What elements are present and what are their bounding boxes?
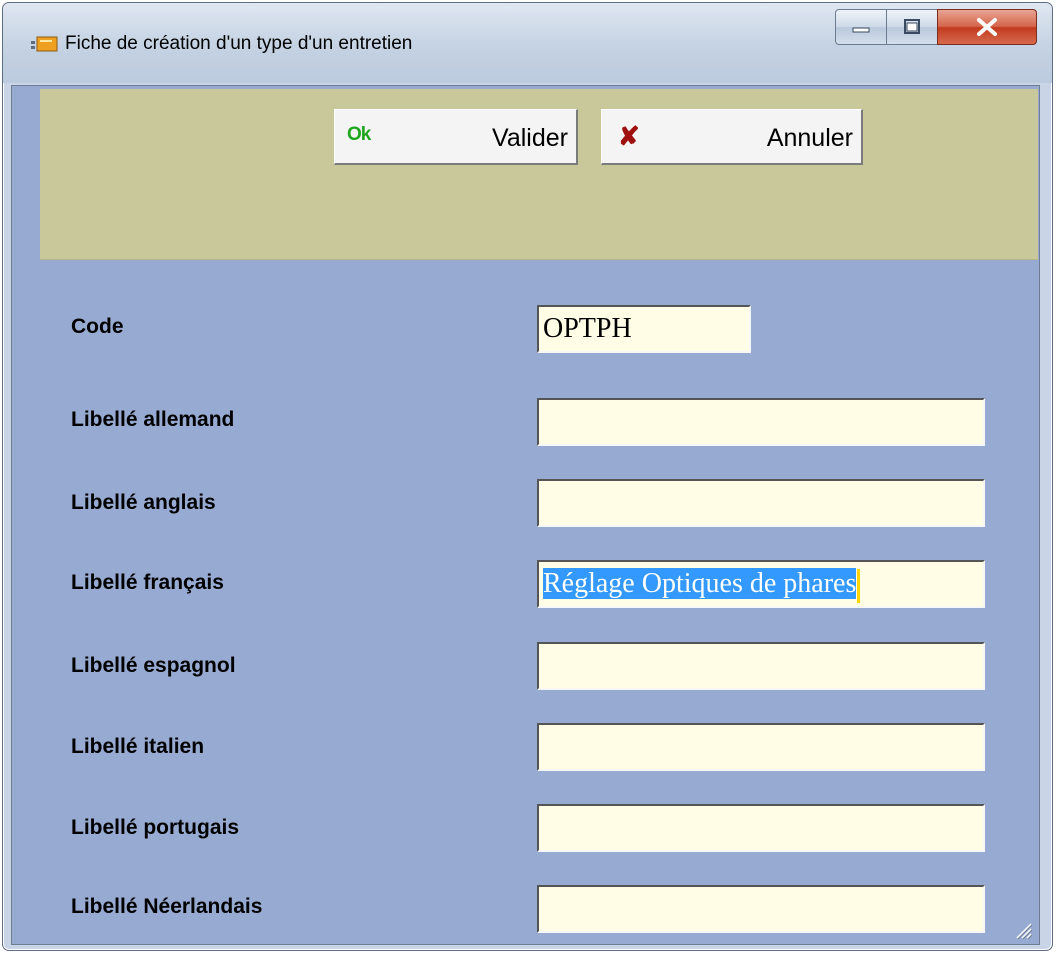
maximize-icon: [904, 19, 920, 34]
valider-label: Valider: [492, 124, 568, 152]
minimize-icon: [852, 27, 870, 33]
label-libelle-espagnol: Libellé espagnol: [71, 654, 236, 677]
label-libelle-anglais: Libellé anglais: [71, 491, 216, 514]
libelle-allemand-field[interactable]: [537, 398, 985, 446]
label-libelle-francais: Libellé français: [71, 571, 224, 594]
code-field[interactable]: OPTPH: [537, 305, 751, 353]
close-button[interactable]: [937, 9, 1037, 45]
window-title: Fiche de création d'un type d'un entreti…: [65, 33, 413, 54]
libelle-espagnol-field[interactable]: [537, 642, 985, 690]
libelle-francais-field[interactable]: Réglage Optiques de phares: [537, 560, 985, 608]
text-caret: [857, 568, 861, 603]
libelle-portugais-field[interactable]: [537, 804, 985, 852]
label-libelle-italien: Libellé italien: [71, 735, 205, 758]
form-icon: [31, 36, 58, 52]
maximize-button[interactable]: [886, 9, 938, 45]
libelle-neerlandais-field[interactable]: [537, 885, 985, 933]
minimize-button[interactable]: [835, 9, 887, 45]
valider-button[interactable]: Ok Valider: [334, 109, 578, 165]
action-toolbar: Ok Valider ✘ Annuler: [40, 89, 1038, 260]
resize-grip-icon[interactable]: [1011, 918, 1033, 940]
form-client-area: Ok Valider ✘ Annuler Code OPTPH Libellé …: [11, 85, 1040, 945]
selected-text: Réglage Optiques de phares: [543, 568, 857, 599]
ok-icon: Ok: [347, 124, 371, 145]
libelle-anglais-field[interactable]: [537, 479, 985, 527]
label-libelle-portugais: Libellé portugais: [71, 816, 240, 839]
x-mark-icon: ✘: [618, 121, 640, 151]
close-icon: [977, 18, 997, 36]
annuler-label: Annuler: [766, 124, 853, 152]
annuler-button[interactable]: ✘ Annuler: [601, 109, 863, 165]
label-code: Code: [71, 315, 124, 338]
dialog-window: Fiche de création d'un type d'un entreti…: [2, 2, 1053, 951]
label-libelle-neerlandais: Libellé Néerlandais: [71, 895, 263, 918]
title-bar[interactable]: Fiche de création d'un type d'un entreti…: [3, 3, 1052, 83]
libelle-italien-field[interactable]: [537, 723, 985, 771]
label-libelle-allemand: Libellé allemand: [71, 408, 235, 431]
